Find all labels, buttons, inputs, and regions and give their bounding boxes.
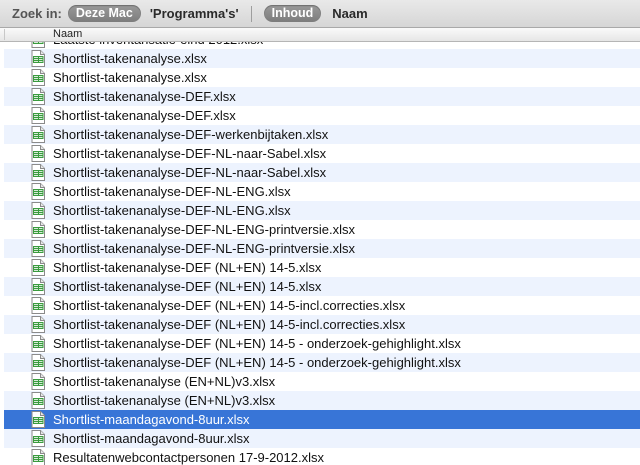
file-name: Shortlist-takenanalyse (EN+NL)v3.xlsx bbox=[53, 374, 276, 389]
scope-folder-button[interactable]: 'Programma's' bbox=[150, 6, 239, 21]
excel-icon bbox=[31, 183, 45, 200]
file-row[interactable]: Shortlist-takenanalyse-DEF-werkenbijtake… bbox=[4, 125, 640, 144]
file-name: Shortlist-takenanalyse-DEF-NL-ENG-printv… bbox=[53, 222, 355, 237]
excel-icon bbox=[31, 50, 45, 67]
file-name: Shortlist-takenanalyse-DEF (NL+EN) 14-5 … bbox=[53, 355, 461, 370]
file-row[interactable]: Shortlist-takenanalyse-DEF-NL-ENG-printv… bbox=[4, 220, 640, 239]
file-name: Shortlist-takenanalyse-DEF-werkenbijtake… bbox=[53, 127, 329, 142]
file-row[interactable]: Shortlist-takenanalyse-DEF-NL-naar-Sabel… bbox=[4, 163, 640, 182]
column-divider bbox=[4, 29, 5, 40]
excel-icon bbox=[31, 449, 45, 465]
excel-icon bbox=[31, 316, 45, 333]
excel-icon bbox=[31, 259, 45, 276]
scope-this-mac-button[interactable]: Deze Mac bbox=[67, 5, 141, 22]
file-name: Shortlist-takenanalyse-DEF-NL-ENG.xlsx bbox=[53, 184, 291, 199]
excel-icon bbox=[31, 202, 45, 219]
excel-icon bbox=[31, 373, 45, 390]
file-name: Shortlist-takenanalyse-DEF-NL-naar-Sabel… bbox=[53, 165, 327, 180]
file-row[interactable]: Shortlist-takenanalyse-DEF (NL+EN) 14-5.… bbox=[4, 258, 640, 277]
file-row[interactable]: Shortlist-takenanalyse-DEF (NL+EN) 14-5 … bbox=[4, 353, 640, 372]
search-name-button[interactable]: Naam bbox=[332, 6, 367, 21]
excel-icon bbox=[31, 221, 45, 238]
file-name: Shortlist-takenanalyse.xlsx bbox=[53, 70, 207, 85]
file-row[interactable]: Resultatenwebcontactpersonen 17-9-2012.x… bbox=[4, 448, 640, 465]
file-row[interactable]: Shortlist-takenanalyse-DEF-NL-ENG-printv… bbox=[4, 239, 640, 258]
file-name: Shortlist-takenanalyse-DEF (NL+EN) 14-5-… bbox=[53, 317, 406, 332]
file-row[interactable]: Shortlist-takenanalyse-DEF.xlsx bbox=[4, 106, 640, 125]
excel-icon bbox=[31, 335, 45, 352]
excel-icon bbox=[31, 145, 45, 162]
file-row[interactable]: Shortlist-takenanalyse-DEF (NL+EN) 14-5 … bbox=[4, 334, 640, 353]
excel-icon bbox=[31, 392, 45, 409]
file-name: Shortlist-takenanalyse-DEF (NL+EN) 14-5.… bbox=[53, 260, 322, 275]
excel-icon bbox=[31, 278, 45, 295]
file-name: Shortlist-takenanalyse-DEF-NL-naar-Sabel… bbox=[53, 146, 327, 161]
file-name: Resultatenwebcontactpersonen 17-9-2012.x… bbox=[53, 450, 325, 465]
file-row[interactable]: Shortlist-takenanalyse-DEF (NL+EN) 14-5.… bbox=[4, 277, 640, 296]
excel-icon bbox=[31, 297, 45, 314]
file-name: Shortlist-takenanalyse-DEF (NL+EN) 14-5 … bbox=[53, 336, 461, 351]
file-name: Shortlist-takenanalyse-DEF-NL-ENG.xlsx bbox=[53, 203, 291, 218]
file-name: Shortlist-takenanalyse-DEF.xlsx bbox=[53, 108, 236, 123]
file-name: Shortlist-takenanalyse-DEF.xlsx bbox=[53, 89, 236, 104]
excel-icon bbox=[31, 430, 45, 447]
file-row-selected[interactable]: Shortlist-maandagavond-8uur.xlsx bbox=[4, 410, 640, 429]
excel-icon bbox=[31, 240, 45, 257]
file-row[interactable]: Shortlist-takenanalyse-DEF-NL-ENG.xlsx bbox=[4, 201, 640, 220]
excel-icon bbox=[31, 69, 45, 86]
file-row[interactable]: Shortlist-takenanalyse-DEF.xlsx bbox=[4, 87, 640, 106]
excel-icon bbox=[31, 88, 45, 105]
excel-icon bbox=[31, 164, 45, 181]
file-name: Shortlist-maandagavond-8uur.xlsx bbox=[53, 431, 250, 446]
file-row[interactable]: Shortlist-takenanalyse.xlsx bbox=[4, 49, 640, 68]
finder-search-window: Zoek in: Deze Mac 'Programma's' Inhoud N… bbox=[0, 0, 640, 465]
file-row[interactable]: Shortlist-takenanalyse-DEF-NL-naar-Sabel… bbox=[4, 144, 640, 163]
file-name: Shortlist-takenanalyse-DEF (NL+EN) 14-5-… bbox=[53, 298, 406, 313]
file-row[interactable]: Shortlist-takenanalyse-DEF (NL+EN) 14-5-… bbox=[4, 315, 640, 334]
excel-icon bbox=[31, 107, 45, 124]
file-name: Shortlist-takenanalyse.xlsx bbox=[53, 51, 207, 66]
column-header-name[interactable]: Naam bbox=[53, 28, 82, 41]
file-row[interactable]: Shortlist-takenanalyse (EN+NL)v3.xlsx bbox=[4, 372, 640, 391]
file-name: Shortlist-maandagavond-8uur.xlsx bbox=[53, 412, 250, 427]
file-name: Shortlist-takenanalyse (EN+NL)v3.xlsx bbox=[53, 393, 276, 408]
scope-separator bbox=[250, 5, 252, 22]
list-column-header: Naam bbox=[0, 28, 640, 42]
search-scope-bar: Zoek in: Deze Mac 'Programma's' Inhoud N… bbox=[0, 0, 640, 28]
excel-icon bbox=[31, 411, 45, 428]
file-name: Shortlist-takenanalyse-DEF (NL+EN) 14-5.… bbox=[53, 279, 322, 294]
file-name: Shortlist-takenanalyse-DEF-NL-ENG-printv… bbox=[53, 241, 355, 256]
file-row[interactable]: Shortlist-takenanalyse.xlsx bbox=[4, 68, 640, 87]
scope-label: Zoek in: bbox=[12, 6, 62, 21]
file-list[interactable]: Laatste inventarisatie-eind 2012.xlsxSho… bbox=[4, 30, 640, 465]
search-content-button[interactable]: Inhoud bbox=[263, 5, 322, 22]
file-row[interactable]: Shortlist-takenanalyse (EN+NL)v3.xlsx bbox=[4, 391, 640, 410]
excel-icon bbox=[31, 126, 45, 143]
file-row[interactable]: Shortlist-maandagavond-8uur.xlsx bbox=[4, 429, 640, 448]
excel-icon bbox=[31, 354, 45, 371]
file-row[interactable]: Shortlist-takenanalyse-DEF-NL-ENG.xlsx bbox=[4, 182, 640, 201]
file-row[interactable]: Shortlist-takenanalyse-DEF (NL+EN) 14-5-… bbox=[4, 296, 640, 315]
